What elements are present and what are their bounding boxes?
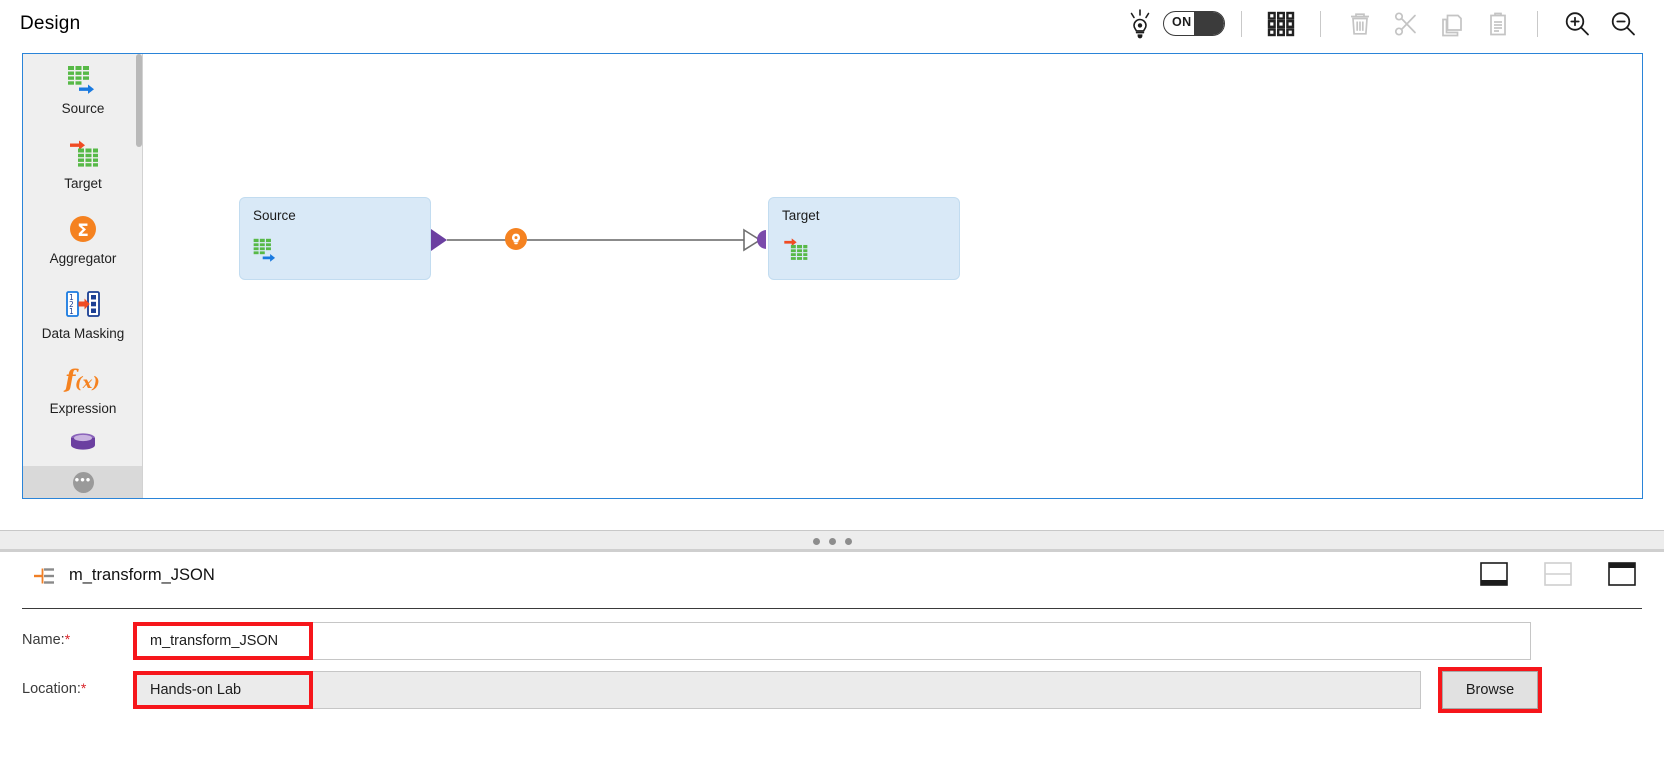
design-mode-toggle[interactable]: ON: [1163, 11, 1225, 36]
page-title: Design: [20, 12, 81, 34]
link-line-right: [527, 239, 744, 241]
split-horizontal-button[interactable]: [1541, 559, 1575, 589]
palette-scrollbar[interactable]: [136, 54, 142, 147]
function-fx-icon: f (x): [62, 362, 104, 396]
node-title: Target: [782, 208, 820, 223]
palette-item-label: Aggregator: [49, 251, 117, 266]
palette-item-source[interactable]: Source: [23, 54, 142, 129]
svg-text:(x): (x): [75, 373, 100, 392]
svg-text:Σ: Σ: [77, 221, 89, 241]
scissors-icon[interactable]: [1383, 0, 1429, 47]
properties-panel: m_transform_JSON Name:* m_transform_JSON…: [0, 552, 1664, 763]
splitter-grip-icon: [812, 537, 852, 545]
palette-item-label: Source: [61, 101, 105, 116]
data-masking-icon: 121: [65, 287, 101, 321]
properties-header: m_transform_JSON: [0, 552, 1664, 599]
link-line-left: [447, 239, 507, 241]
canvas-node-source[interactable]: Source: [239, 197, 431, 280]
name-input[interactable]: m_transform_JSON: [133, 622, 1531, 660]
canvas-node-target[interactable]: Target: [768, 197, 960, 280]
name-label: Name:*: [22, 631, 70, 648]
zoom-out-icon[interactable]: [1600, 0, 1646, 47]
required-marker: *: [64, 631, 71, 647]
arrow-in-table-icon: [781, 236, 809, 268]
palette-item-label: Data Masking: [41, 326, 125, 341]
copy-icon[interactable]: [1429, 0, 1475, 47]
mapping-canvas[interactable]: Source Target: [144, 54, 1642, 498]
form-row-location: Location:* Hands-on Lab Browse: [0, 667, 1664, 713]
palette-item-cylinder[interactable]: [23, 429, 142, 459]
location-label-text: Location:: [22, 681, 81, 697]
dock-top-button[interactable]: [1605, 559, 1639, 589]
table-arrow-out-icon: [66, 62, 100, 96]
browse-button[interactable]: Browse: [1442, 671, 1538, 709]
zoom-in-icon[interactable]: [1554, 0, 1600, 47]
link-lightbulb-icon[interactable]: [505, 228, 527, 250]
lightbulb-toggle-group: ON: [1123, 0, 1225, 47]
svg-text:1: 1: [69, 307, 74, 316]
cylinder-icon: [66, 431, 100, 454]
lightbulb-icon: [1123, 7, 1157, 41]
palette-more-button[interactable]: •••: [23, 466, 142, 498]
table-arrow-out-icon: [252, 236, 280, 268]
transformation-palette: Source Target Σ Aggregator 1 2 1 Data Ma…: [23, 54, 143, 498]
palette-item-target[interactable]: Target: [23, 129, 142, 204]
toggle-knob: [1194, 12, 1224, 35]
node-title: Source: [253, 208, 296, 223]
properties-divider: [22, 608, 1642, 609]
grid-icon[interactable]: [1258, 0, 1304, 47]
required-marker: *: [80, 680, 87, 696]
mapping-icon: [33, 566, 59, 586]
trash-icon[interactable]: [1337, 0, 1383, 47]
layout-buttons: [1477, 559, 1639, 589]
properties-title: m_transform_JSON: [69, 566, 215, 584]
location-label: Location:*: [22, 680, 86, 697]
toolbar-divider: [1320, 10, 1321, 37]
sigma-circle-icon: Σ: [67, 212, 99, 246]
palette-item-data-masking[interactable]: 121 Data Masking: [23, 279, 142, 354]
dock-bottom-button[interactable]: [1477, 559, 1511, 589]
arrow-in-table-icon: [66, 137, 100, 171]
name-label-text: Name:: [22, 632, 65, 648]
toolbar-divider: [1241, 10, 1242, 37]
top-header: Design ON: [0, 0, 1664, 47]
palette-item-label: Expression: [49, 401, 117, 416]
palette-item-label: Target: [64, 176, 102, 191]
toggle-label: ON: [1172, 15, 1192, 29]
location-input[interactable]: Hands-on Lab: [133, 671, 1421, 709]
design-editor: Source Target Σ Aggregator 1 2 1 Data Ma…: [22, 53, 1643, 499]
panel-splitter[interactable]: [0, 530, 1664, 552]
toolbar: ON: [1123, 0, 1646, 47]
palette-item-expression[interactable]: f (x) Expression: [23, 354, 142, 429]
palette-more-label: •••: [72, 471, 94, 493]
source-output-port[interactable]: [431, 229, 447, 251]
palette-item-aggregator[interactable]: Σ Aggregator: [23, 204, 142, 279]
form-row-name: Name:* m_transform_JSON: [0, 622, 1664, 662]
toolbar-divider: [1537, 10, 1538, 37]
paste-icon[interactable]: [1475, 0, 1521, 47]
